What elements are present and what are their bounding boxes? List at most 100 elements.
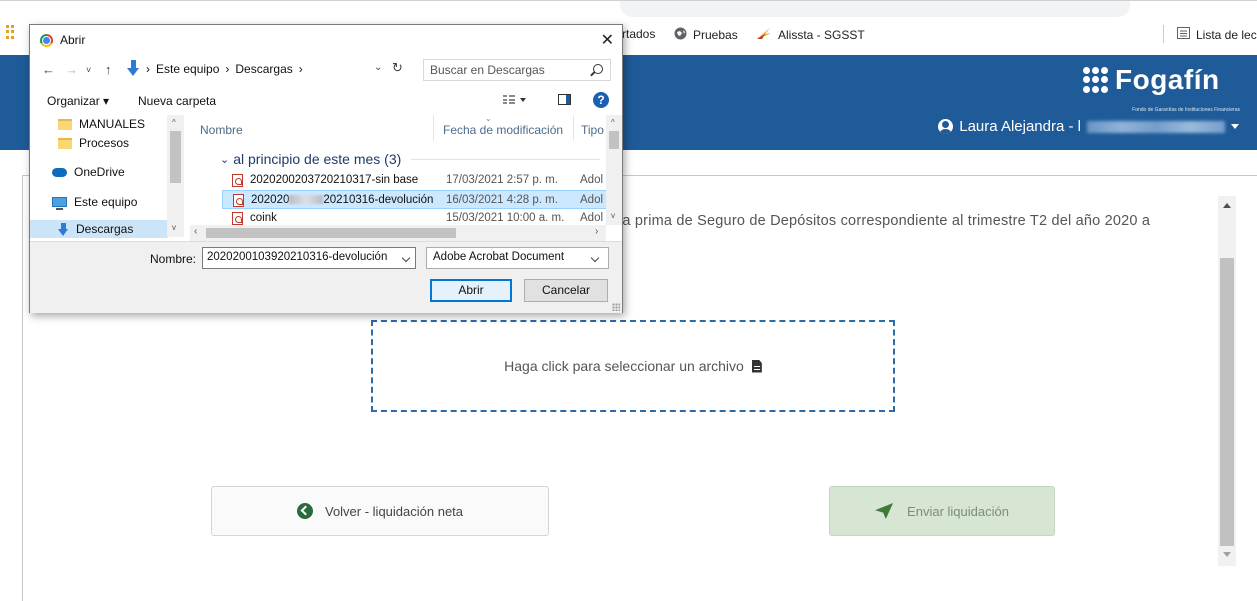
filename-label: Nombre: [150, 252, 197, 266]
bookmark-separator [1163, 25, 1164, 43]
reading-list-button[interactable]: Lista de lec [1177, 27, 1257, 42]
file-list-vertical-scrollbar[interactable]: ^ v [606, 115, 622, 225]
open-file-dialog: Abrir ✕ ← → ˅ ↑ › Este equipo › Descarga… [29, 24, 623, 313]
scrollbar-thumb[interactable] [170, 131, 181, 183]
reading-list-label: Lista de lec [1196, 27, 1257, 42]
bookmark-pruebas[interactable]: Pruebas [674, 27, 738, 43]
address-bar-edge[interactable] [620, 1, 1130, 17]
dialog-toolbar: Organizar ▾ Nueva carpeta ? [30, 87, 622, 113]
file-date: 15/03/2021 10:00 a. m. [446, 212, 565, 224]
nav-item-este-equipo[interactable]: Este equipo [52, 193, 137, 211]
preview-pane-icon[interactable] [558, 94, 571, 105]
nav-item-label: Este equipo [74, 195, 138, 209]
scroll-left-icon[interactable]: ‹ [194, 226, 197, 237]
column-divider[interactable] [573, 115, 574, 141]
nav-item-procesos[interactable]: Procesos [58, 134, 129, 152]
file-list-header: Nombre ⌄ Fecha de modificación Tipo [190, 115, 610, 141]
recent-locations-icon[interactable]: ˅ [86, 65, 91, 75]
back-button-label: Volver - liquidación neta [324, 503, 464, 519]
resize-grip-icon[interactable] [612, 303, 620, 311]
caret-down-icon[interactable] [520, 98, 526, 102]
filetype-select[interactable]: Adobe Acrobat Document [426, 247, 609, 269]
group-header[interactable]: ⌄ al principio de este mes (3) [190, 150, 610, 168]
chrome-icon [40, 33, 53, 47]
column-header-date[interactable]: Fecha de modificación [443, 123, 563, 137]
caret-down-icon [1231, 124, 1239, 129]
bookmark-item[interactable]: rtados [622, 27, 655, 41]
scrollbar-thumb[interactable] [1220, 258, 1234, 546]
file-row[interactable]: 2020200203720210317-sin base 17/03/2021 … [222, 171, 614, 190]
column-divider[interactable] [433, 115, 434, 141]
group-label: al principio de este mes (3) [233, 151, 402, 167]
dialog-footer: Nombre: 2020200103920210316-devolución A… [30, 241, 622, 313]
bookmark-label: rtados [622, 27, 656, 41]
back-arrow-icon[interactable]: ← [42, 62, 55, 77]
pdf-icon [232, 174, 243, 187]
redacted-text [289, 195, 324, 205]
up-arrow-icon[interactable]: ↑ [105, 62, 112, 77]
reading-list-icon [1177, 27, 1190, 42]
breadcrumb-separator: › [225, 62, 230, 76]
organize-button[interactable]: Organizar ▾ [47, 94, 109, 108]
user-circle-icon [938, 119, 954, 134]
apps-icon[interactable] [6, 25, 16, 39]
scroll-up-icon[interactable]: ^ [611, 118, 615, 127]
folder-icon [58, 118, 72, 130]
send-button[interactable]: Enviar liquidación [829, 486, 1055, 536]
scroll-up-icon[interactable] [1223, 203, 1231, 208]
dialog-titlebar[interactable]: Abrir ✕ [30, 25, 622, 55]
scroll-down-icon[interactable] [1223, 552, 1231, 557]
filename-input[interactable]: 2020200103920210316-devolución [202, 247, 416, 269]
nav-item-onedrive[interactable]: OneDrive [52, 163, 125, 181]
column-header-type[interactable]: Tipo [581, 123, 604, 137]
paper-plane-icon [875, 503, 894, 519]
file-name: 202020 20210316-devolución [251, 194, 434, 206]
file-row-selected[interactable]: 202020 20210316-devolución 16/03/2021 4:2… [222, 190, 614, 209]
search-input[interactable]: Buscar en Descargas [423, 59, 611, 81]
scroll-down-icon[interactable]: v [172, 223, 176, 232]
new-folder-button[interactable]: Nueva carpeta [138, 94, 216, 108]
chevron-down-icon[interactable]: ⌄ [374, 62, 382, 73]
file-date: 17/03/2021 2:57 p. m. [446, 174, 558, 186]
open-button[interactable]: Abrir [430, 279, 512, 302]
scroll-down-icon[interactable]: v [611, 211, 615, 220]
fogafin-logo[interactable]: Fogafín [1083, 64, 1220, 96]
scrollbar-thumb[interactable] [206, 228, 456, 238]
sort-indicator-icon: ⌄ [485, 115, 492, 123]
search-icon [593, 64, 603, 74]
file-type: Adol [580, 212, 604, 224]
file-type: Adol [580, 194, 604, 206]
breadcrumb-descargas[interactable]: Descargas [235, 62, 292, 76]
forward-arrow-icon[interactable]: → [65, 62, 78, 77]
user-menu[interactable]: Laura Alejandra - l [938, 118, 1239, 135]
chevron-left-circle-icon [296, 503, 313, 519]
scrollbar-thumb[interactable] [609, 131, 619, 149]
dropzone-label: Haga click para seleccionar un archivo [504, 358, 744, 374]
file-date: 16/03/2021 4:28 p. m. [446, 194, 558, 206]
content-scrollbar[interactable] [1218, 196, 1236, 566]
column-header-name[interactable]: Nombre [200, 123, 243, 137]
computer-icon [52, 197, 67, 210]
close-icon[interactable]: ✕ [601, 30, 614, 50]
dialog-title: Abrir [60, 33, 86, 47]
scroll-right-icon[interactable]: › [595, 226, 598, 237]
cancel-button[interactable]: Cancelar [524, 279, 608, 302]
nav-pane-scrollbar[interactable]: ^ v [167, 115, 184, 237]
nav-item-manuales[interactable]: MANUALES [58, 115, 145, 133]
file-list-horizontal-scrollbar[interactable]: ‹ › [190, 225, 606, 241]
logo-dots-icon [1083, 67, 1109, 93]
back-button[interactable]: Volver - liquidación neta [211, 486, 549, 536]
globe-icon [674, 27, 687, 43]
view-options-icon[interactable] [503, 95, 515, 105]
group-divider [411, 158, 600, 160]
nav-item-descargas[interactable]: Descargas [58, 220, 133, 238]
help-icon[interactable]: ? [593, 92, 609, 108]
bookmark-alissta[interactable]: Alissta - SGSST [756, 27, 865, 43]
breadcrumb-este-equipo[interactable]: Este equipo [156, 62, 219, 76]
refresh-icon[interactable]: ↻ [392, 60, 403, 76]
scroll-up-icon[interactable]: ^ [172, 118, 176, 127]
file-dropzone[interactable]: Haga click para seleccionar un archivo [371, 320, 895, 412]
upload-description: la prima de Seguro de Depósitos correspo… [619, 213, 1151, 229]
file-type: Adol [580, 174, 604, 186]
bookmark-label: Pruebas [693, 28, 738, 42]
